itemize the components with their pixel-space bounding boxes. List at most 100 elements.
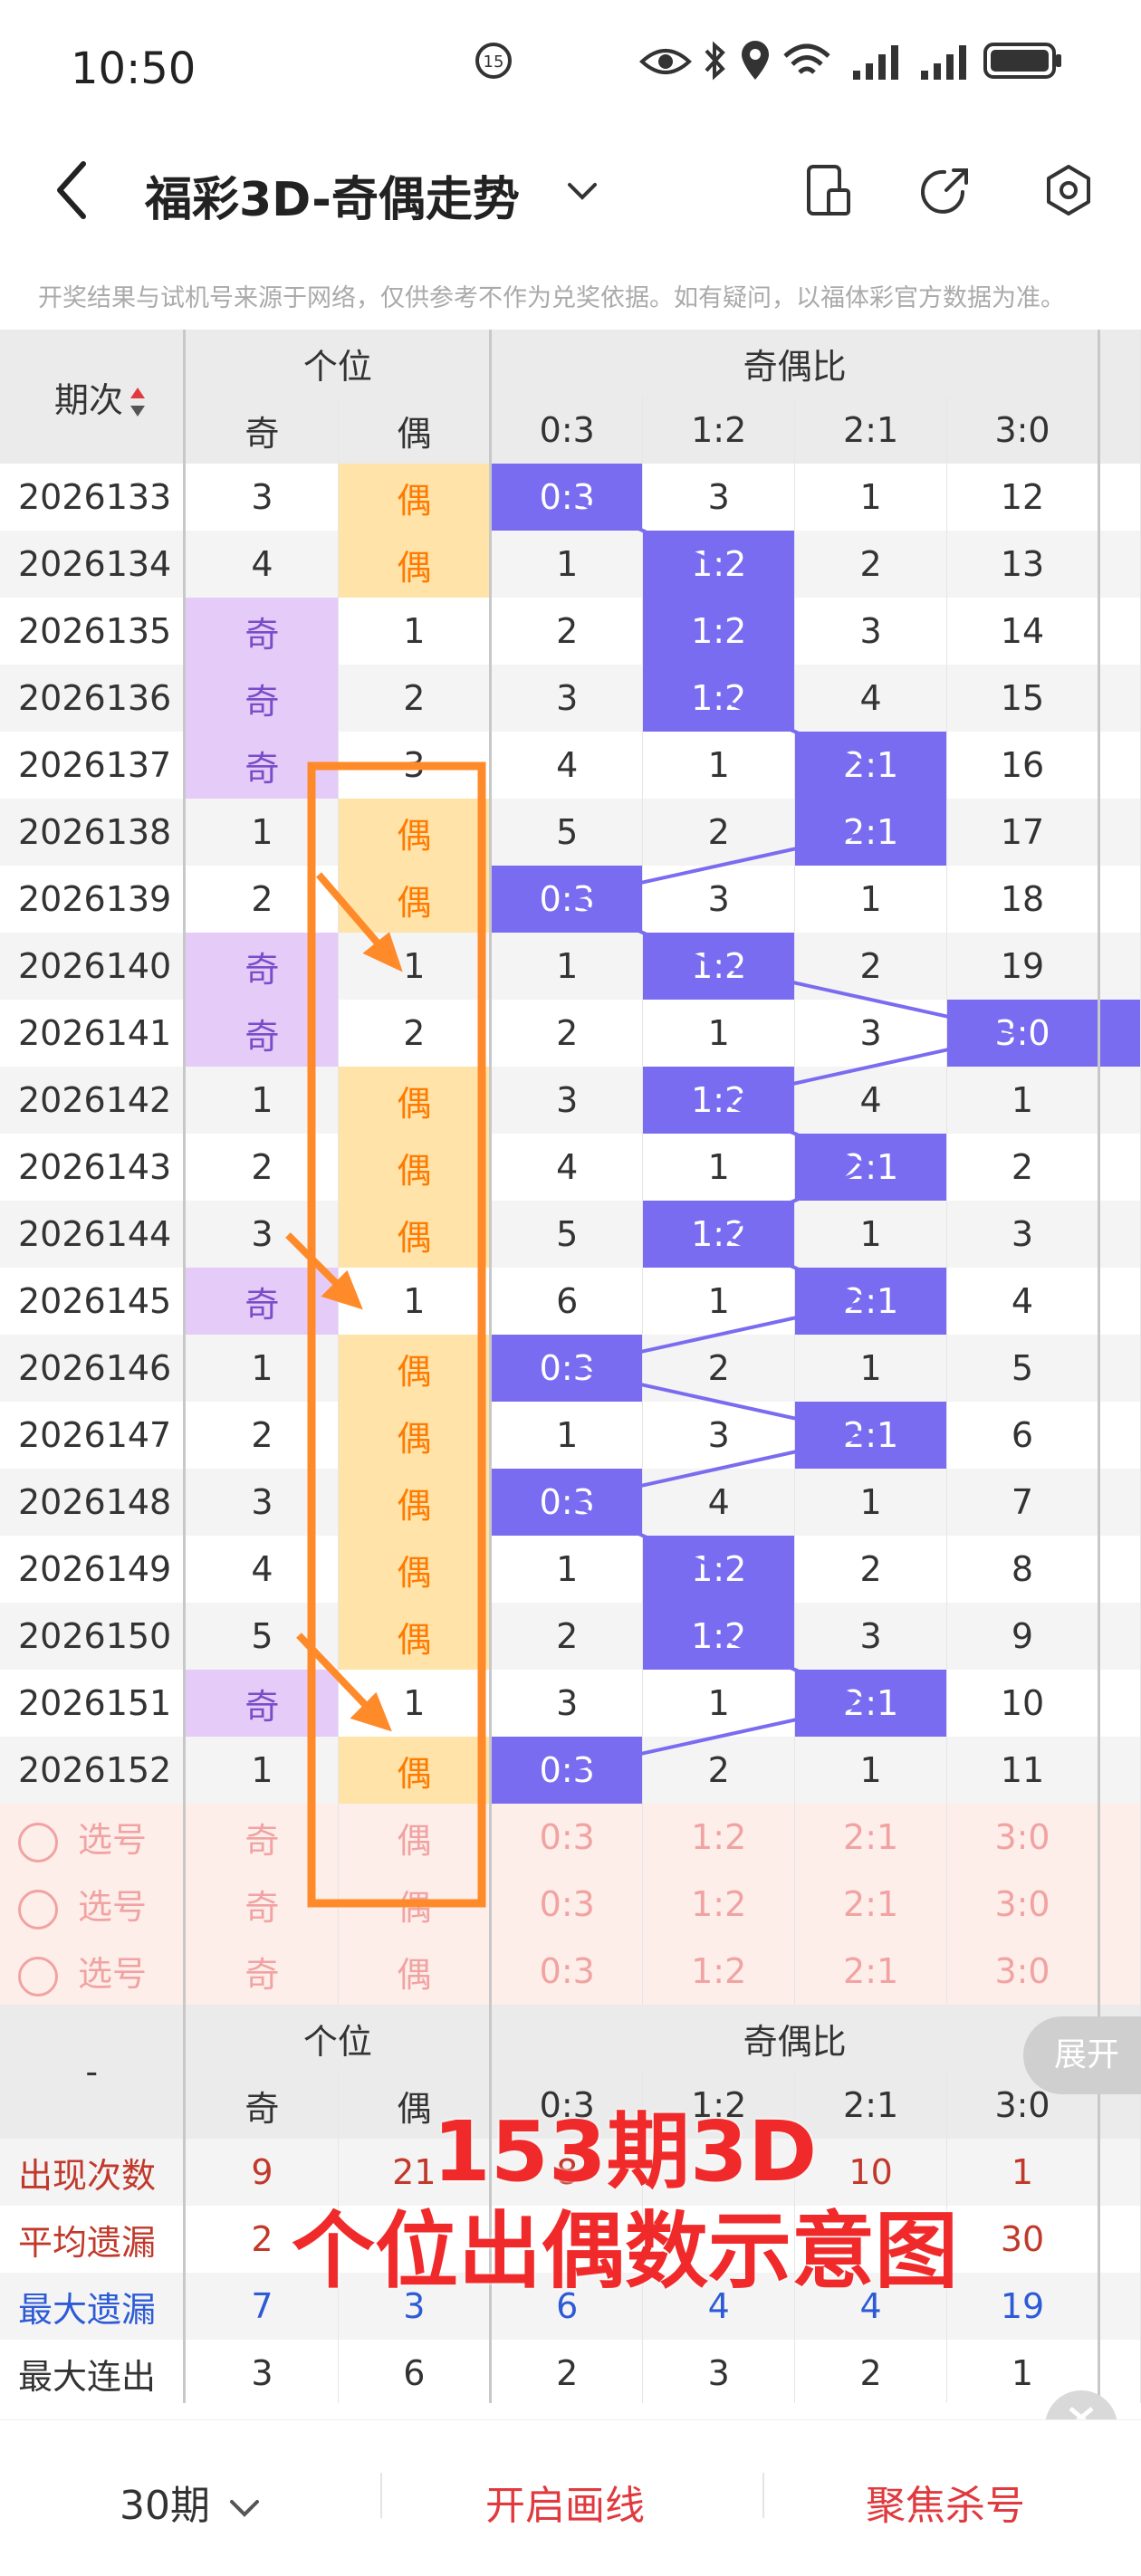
ratio-cell: 3 (794, 1603, 948, 1670)
table-row: 2026134 4 偶 1 1:2 2 13 (0, 531, 1141, 598)
ratio-cell: 1:2 (642, 531, 796, 598)
ratio-cell: 1:2 (642, 1603, 796, 1670)
draw-lines-button[interactable]: 开启画线 (485, 2473, 645, 2531)
stats-group-ratio: 奇偶比 (490, 2005, 1100, 2072)
period-cell: 2026152 (0, 1737, 187, 1804)
pick-ratio[interactable]: 2:1 (794, 1871, 948, 1938)
period-cell: 2026151 (0, 1670, 187, 1737)
pick-select-cell[interactable]: 选号 (0, 1938, 187, 2005)
odd-cell: 奇 (184, 1000, 340, 1067)
stats-dash: - (0, 2005, 187, 2139)
settings-icon[interactable] (1041, 163, 1096, 217)
back-icon[interactable] (54, 158, 91, 222)
expand-button[interactable]: 展开 (1023, 2016, 1141, 2094)
even-cell: 1 (338, 933, 493, 1000)
pick-even[interactable]: 偶 (338, 1871, 493, 1938)
pick-row: 选号奇偶 0:3 1:2 2:1 3:0 (0, 1804, 1141, 1871)
even-cell: 偶 (338, 866, 493, 933)
extra-cell (1098, 1201, 1141, 1268)
odd-cell: 3 (184, 464, 340, 531)
pick-select-cell[interactable]: 选号 (0, 1804, 187, 1871)
pick-ratio[interactable]: 1:2 (642, 1938, 796, 2005)
share-icon[interactable] (919, 163, 973, 217)
ratio-cell: 2 (490, 598, 644, 665)
ratio-cell: 16 (946, 732, 1100, 799)
ratio-cell: 1 (794, 1201, 948, 1268)
ratio-cell: 1 (490, 933, 644, 1000)
ratio-cell: 18 (946, 866, 1100, 933)
focus-kill-button[interactable]: 聚焦杀号 (866, 2473, 1025, 2531)
extra-cell (1098, 933, 1141, 1000)
pick-even[interactable]: 偶 (338, 1804, 493, 1871)
chevron-down-icon[interactable] (566, 177, 599, 205)
ratio-cell: 3 (642, 464, 796, 531)
pick-even[interactable]: 偶 (338, 1938, 493, 2005)
odd-cell: 2 (184, 1134, 340, 1201)
table-row: 2026144 3 偶 5 1:2 1 3 (0, 1201, 1141, 1268)
location-icon (742, 41, 769, 80)
period-cell: 2026136 (0, 665, 187, 732)
table-row: 2026138 1 偶 5 2 2:1 17 (0, 799, 1141, 866)
pick-odd[interactable]: 奇 (184, 1871, 340, 1938)
extra-cell (1098, 665, 1141, 732)
ratio-cell: 2 (642, 1737, 796, 1804)
ratio-cell: 2:1 (794, 1402, 948, 1469)
even-cell: 偶 (338, 1201, 493, 1268)
period-header[interactable]: 期次 (0, 330, 187, 464)
odd-cell: 奇 (184, 598, 340, 665)
pick-ratio[interactable]: 0:3 (490, 1804, 644, 1871)
radio-circle-icon[interactable] (18, 1822, 58, 1863)
pick-ratio[interactable]: 0:3 (490, 1938, 644, 2005)
pick-select-cell[interactable]: 选号 (0, 1871, 187, 1938)
pick-ratio[interactable]: 0:3 (490, 1871, 644, 1938)
pick-row: 选号奇偶 0:3 1:2 2:1 3:0 (0, 1871, 1141, 1938)
pick-odd[interactable]: 奇 (184, 1938, 340, 2005)
table-row: 2026146 1 偶 0:3 2 1 5 (0, 1335, 1141, 1402)
phone-layout-icon[interactable] (801, 163, 856, 217)
pick-ratio[interactable]: 3:0 (946, 1938, 1100, 2005)
period-cell: 2026141 (0, 1000, 187, 1067)
sub-header-ratio: 3:0 (946, 397, 1100, 464)
pick-ratio[interactable]: 2:1 (794, 1804, 948, 1871)
odd-cell: 1 (184, 1335, 340, 1402)
period-selector[interactable]: 30期 (120, 2473, 261, 2531)
trend-table: 期次 个位 奇偶比奇偶 0:3 1:2 2:1 3:0 2026133 3 偶 0:3 3 1 12 202… (0, 330, 1141, 2403)
ratio-cell: 19 (946, 933, 1100, 1000)
odd-cell: 4 (184, 1536, 340, 1603)
extra-cell (1098, 1603, 1141, 1670)
pick-ratio[interactable]: 2:1 (794, 1938, 948, 2005)
pick-odd[interactable]: 奇 (184, 1804, 340, 1871)
ratio-cell: 5 (490, 1201, 644, 1268)
ratio-cell: 4 (490, 1134, 644, 1201)
table-row: 2026149 4 偶 1 1:2 2 8 (0, 1536, 1141, 1603)
bluetooth-icon (705, 41, 725, 81)
table-row: 2026145 奇 1 6 1 2:1 4 (0, 1268, 1141, 1335)
ratio-cell: 4 (642, 1469, 796, 1536)
table-row: 2026140 奇 1 1 1:2 2 19 (0, 933, 1141, 1000)
extra-cell (1098, 1938, 1141, 2005)
ratio-cell: 1 (642, 1268, 796, 1335)
ratio-cell: 1 (642, 1000, 796, 1067)
ratio-cell: 2 (946, 1134, 1100, 1201)
sub-header-ratio: 1:2 (642, 397, 796, 464)
pick-ratio[interactable]: 1:2 (642, 1804, 796, 1871)
status-time: 10:50 (71, 43, 197, 94)
ratio-cell: 1 (490, 1402, 644, 1469)
radio-circle-icon[interactable] (18, 1889, 58, 1930)
pick-ratio[interactable]: 3:0 (946, 1871, 1100, 1938)
ratio-cell: 1 (794, 1335, 948, 1402)
extra-cell (1098, 1536, 1141, 1603)
pick-ratio[interactable]: 3:0 (946, 1804, 1100, 1871)
trend-table-container[interactable]: 期次 个位 奇偶比奇偶 0:3 1:2 2:1 3:0 2026133 3 偶 0:3 3 1 12 202… (0, 330, 1141, 2403)
page-title[interactable]: 福彩3D-奇偶走势 (145, 161, 520, 229)
battery-icon (983, 43, 1061, 79)
ratio-cell: 3 (794, 598, 948, 665)
radio-circle-icon[interactable] (18, 1956, 58, 1997)
ratio-cell: 2 (642, 799, 796, 866)
ratio-cell: 15 (946, 665, 1100, 732)
extra-cell (1098, 799, 1141, 866)
ratio-cell: 2:1 (794, 1670, 948, 1737)
table-row: 2026135 奇 1 2 1:2 3 14 (0, 598, 1141, 665)
ratio-cell: 1:2 (642, 1201, 796, 1268)
pick-ratio[interactable]: 1:2 (642, 1871, 796, 1938)
